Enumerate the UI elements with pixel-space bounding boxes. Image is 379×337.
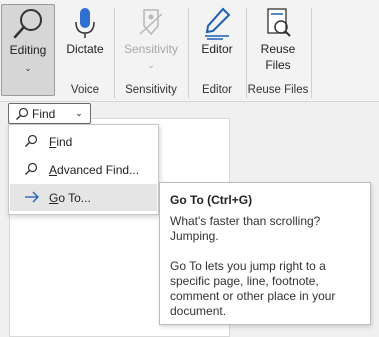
group-label-editor: Editor xyxy=(201,84,233,96)
ribbon: Editing ⌄ Dictate Voice Sensitivity ⌄ Se… xyxy=(0,0,379,102)
reuse-files-label-line2: Files xyxy=(265,58,291,72)
menu-item-go-to[interactable]: Go To... xyxy=(10,184,157,211)
reuse-files-button[interactable]: Reuse Files xyxy=(250,4,306,72)
tooltip-text: What's faster than scrolling? Jumping. xyxy=(170,214,321,243)
menu-item-accel: G xyxy=(49,191,59,205)
sensitivity-tag-icon xyxy=(139,9,163,36)
go-to-tooltip: Go To (Ctrl+G) What's faster than scroll… xyxy=(159,182,371,325)
sensitivity-button[interactable]: Sensitivity ⌄ xyxy=(118,4,184,70)
chevron-down-icon[interactable]: ⌄ xyxy=(68,104,90,123)
find-split-button[interactable]: Find ⌄ xyxy=(8,103,91,124)
tooltip-title: Go To (Ctrl+G) xyxy=(170,193,253,207)
find-dropdown-menu: Find Advanced Find... Go To... xyxy=(8,124,159,215)
chevron-down-icon: ⌄ xyxy=(147,60,155,70)
search-icon xyxy=(24,134,38,151)
group-label-sensitivity: Sensitivity xyxy=(125,84,177,96)
arrow-right-icon xyxy=(24,190,40,207)
dictate-button[interactable]: Dictate xyxy=(62,4,108,64)
group-label-reuse-files: Reuse Files xyxy=(247,84,309,96)
microphone-icon xyxy=(75,8,95,38)
menu-item-accel: A xyxy=(49,163,58,177)
reuse-files-icon xyxy=(267,8,291,37)
editor-label: Editor xyxy=(201,42,233,56)
menu-item-find[interactable]: Find xyxy=(10,128,157,155)
search-icon xyxy=(24,162,38,179)
menu-item-advanced-find[interactable]: Advanced Find... xyxy=(10,156,157,183)
dictate-label: Dictate xyxy=(66,42,104,56)
editor-pen-icon xyxy=(205,7,231,40)
editing-label: Editing xyxy=(9,43,47,57)
menu-item-label: dvanced Find... xyxy=(57,163,140,177)
ribbon-separator xyxy=(188,8,189,98)
reuse-files-label-line1: Reuse xyxy=(260,42,296,56)
tooltip-description: Go To lets you jump right to a specific … xyxy=(170,259,336,318)
group-label-voice: Voice xyxy=(70,84,100,96)
find-label: Find xyxy=(32,107,56,121)
ribbon-separator xyxy=(311,8,312,98)
editing-button[interactable]: Editing ⌄ xyxy=(1,4,55,96)
ribbon-separator xyxy=(114,8,115,98)
search-icon xyxy=(15,107,29,124)
menu-item-label: o To... xyxy=(58,191,91,205)
chevron-down-icon: ⌄ xyxy=(24,63,32,73)
sensitivity-label: Sensitivity xyxy=(123,42,179,56)
search-icon xyxy=(13,9,42,39)
menu-item-label: ind xyxy=(56,135,73,149)
editor-button[interactable]: Editor xyxy=(193,4,241,64)
